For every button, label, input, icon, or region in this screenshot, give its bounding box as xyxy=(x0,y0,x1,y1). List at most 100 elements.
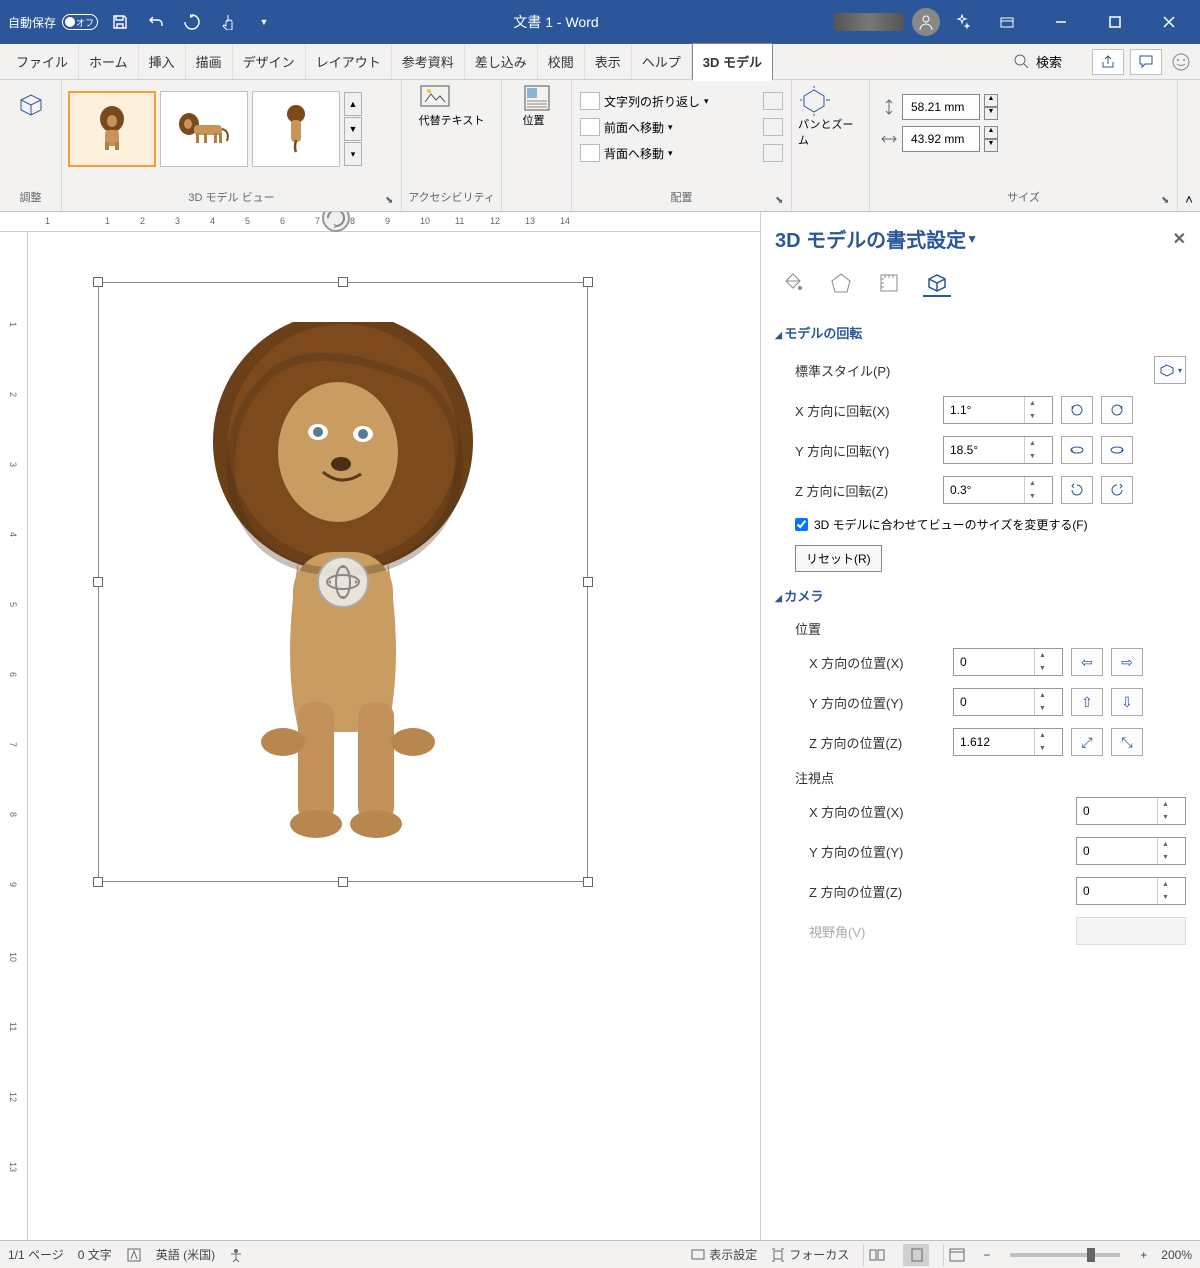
fit-view-checkbox[interactable]: 3D モデルに合わせてビューのサイズを変更する(F) xyxy=(775,510,1186,539)
tab-view[interactable]: 表示 xyxy=(585,44,632,79)
cam-y-input[interactable]: ▲▼ xyxy=(953,688,1063,716)
tab-draw[interactable]: 描画 xyxy=(186,44,233,79)
tab-3d-model[interactable]: 3D モデル xyxy=(692,43,773,81)
cam-x-left-button[interactable]: ⇦ xyxy=(1071,648,1103,676)
pane-tab-3d-icon[interactable] xyxy=(923,269,951,297)
resize-handle-ml[interactable] xyxy=(93,577,103,587)
resize-handle-tr[interactable] xyxy=(583,277,593,287)
tab-design[interactable]: デザイン xyxy=(233,44,306,79)
focus-mode[interactable]: フォーカス xyxy=(771,1246,849,1263)
page-indicator[interactable]: 1/1 ページ xyxy=(8,1246,64,1263)
sparkle-icon[interactable] xyxy=(948,8,976,36)
display-settings[interactable]: 表示設定 xyxy=(691,1246,757,1263)
width-up[interactable]: ▲ xyxy=(984,126,998,139)
tab-references[interactable]: 参考資料 xyxy=(392,44,465,79)
cam-z-out-button[interactable]: ⤡ xyxy=(1111,728,1143,756)
cam-y-up-button[interactable]: ⇧ xyxy=(1071,688,1103,716)
pane-menu-button[interactable]: ▼ xyxy=(966,232,978,246)
tab-help[interactable]: ヘルプ xyxy=(632,44,692,79)
pane-tab-fill-icon[interactable] xyxy=(779,269,807,297)
resize-handle-bl[interactable] xyxy=(93,877,103,887)
text-wrap-button[interactable]: 文字列の折り返し▾ xyxy=(580,88,783,114)
print-layout-button[interactable] xyxy=(903,1244,929,1266)
resize-handle-tl[interactable] xyxy=(93,277,103,287)
y-rot-left-button[interactable] xyxy=(1061,436,1093,464)
section-model-rotation[interactable]: モデルの回転 xyxy=(775,315,1186,350)
alt-text-button[interactable]: 代替テキスト xyxy=(419,84,485,128)
undo-icon[interactable] xyxy=(142,8,170,36)
view-thumb-2[interactable] xyxy=(160,91,248,167)
y-rot-right-button[interactable] xyxy=(1101,436,1133,464)
cam-x-input[interactable]: ▲▼ xyxy=(953,648,1063,676)
tab-insert[interactable]: 挿入 xyxy=(139,44,186,79)
zoom-slider[interactable] xyxy=(1010,1253,1120,1257)
vertical-ruler[interactable]: 12345678910111213 xyxy=(0,232,28,1240)
pane-tab-size-icon[interactable] xyxy=(875,269,903,297)
comments-button[interactable] xyxy=(1130,49,1162,75)
look-x-input[interactable]: ▲▼ xyxy=(1076,797,1186,825)
selection-pane-icon[interactable] xyxy=(763,92,783,110)
view-thumb-3[interactable] xyxy=(252,91,340,167)
z-rot-ccw-button[interactable] xyxy=(1061,476,1093,504)
tab-layout[interactable]: レイアウト xyxy=(306,44,392,79)
cam-z-in-button[interactable]: ⤢ xyxy=(1071,728,1103,756)
save-icon[interactable] xyxy=(106,8,134,36)
section-camera[interactable]: カメラ xyxy=(775,578,1186,613)
z-rot-cw-button[interactable] xyxy=(1101,476,1133,504)
resize-handle-bm[interactable] xyxy=(338,877,348,887)
width-input[interactable]: 43.92 mm xyxy=(902,126,980,152)
bring-forward-button[interactable]: 前面へ移動▾ xyxy=(580,114,783,140)
horizontal-ruler[interactable]: 11234567891011121314 xyxy=(0,212,760,232)
gallery-down-button[interactable]: ▼ xyxy=(344,117,362,141)
zoom-level[interactable]: 200% xyxy=(1161,1248,1192,1262)
height-down[interactable]: ▼ xyxy=(984,107,998,120)
preset-dropdown[interactable]: ▾ xyxy=(1154,356,1186,384)
rotate-handle[interactable] xyxy=(322,212,350,232)
resize-handle-tm[interactable] xyxy=(338,277,348,287)
gallery-more-button[interactable]: ▾ xyxy=(344,142,362,166)
look-y-input[interactable]: ▲▼ xyxy=(1076,837,1186,865)
share-button[interactable] xyxy=(1092,49,1124,75)
word-count[interactable]: 0 文字 xyxy=(78,1246,112,1263)
web-layout-button[interactable] xyxy=(943,1244,969,1266)
search-box[interactable]: 検索 xyxy=(1004,52,1072,71)
align-icon[interactable] xyxy=(763,118,783,136)
send-backward-button[interactable]: 背面へ移動▾ xyxy=(580,140,783,166)
touch-mode-icon[interactable] xyxy=(214,8,242,36)
minimize-button[interactable] xyxy=(1038,0,1084,44)
look-z-input[interactable]: ▲▼ xyxy=(1076,877,1186,905)
tab-file[interactable]: ファイル xyxy=(6,44,79,79)
size-dialog-launcher[interactable]: ⬊ xyxy=(1161,195,1175,209)
read-mode-button[interactable] xyxy=(863,1244,889,1266)
close-button[interactable] xyxy=(1146,0,1192,44)
zoom-in-button[interactable]: + xyxy=(1140,1248,1147,1262)
gallery-up-button[interactable]: ▲ xyxy=(344,92,362,116)
width-down[interactable]: ▼ xyxy=(984,139,998,152)
user-avatar-icon[interactable] xyxy=(912,8,940,36)
y-rotation-input[interactable]: ▲▼ xyxy=(943,436,1053,464)
arrange-dialog-launcher[interactable]: ⬊ xyxy=(775,195,789,209)
cam-y-down-button[interactable]: ⇩ xyxy=(1111,688,1143,716)
zoom-out-button[interactable]: − xyxy=(983,1248,990,1262)
3d-object-selection[interactable] xyxy=(98,282,588,882)
reset-3d-button[interactable] xyxy=(13,84,49,124)
pan-zoom-button[interactable]: パンとズーム xyxy=(798,84,863,148)
resize-handle-br[interactable] xyxy=(583,877,593,887)
x-rotation-input[interactable]: ▲▼ xyxy=(943,396,1053,424)
x-rot-left-button[interactable] xyxy=(1061,396,1093,424)
smiley-icon[interactable] xyxy=(1168,49,1194,75)
pane-close-button[interactable]: ✕ xyxy=(1173,229,1186,249)
z-rotation-input[interactable]: ▲▼ xyxy=(943,476,1053,504)
height-up[interactable]: ▲ xyxy=(984,94,998,107)
resize-handle-mr[interactable] xyxy=(583,577,593,587)
tab-review[interactable]: 校閲 xyxy=(538,44,585,79)
position-button[interactable]: 位置 xyxy=(523,84,551,128)
zoom-thumb[interactable] xyxy=(1087,1248,1095,1262)
language-indicator[interactable]: 英語 (米国) xyxy=(156,1246,215,1263)
3d-rotate-gizmo[interactable] xyxy=(317,556,369,608)
tab-mailings[interactable]: 差し込み xyxy=(465,44,538,79)
views-dialog-launcher[interactable]: ⬊ xyxy=(385,195,399,209)
rotate-icon[interactable] xyxy=(763,144,783,162)
view-thumb-1[interactable] xyxy=(68,91,156,167)
maximize-button[interactable] xyxy=(1092,0,1138,44)
